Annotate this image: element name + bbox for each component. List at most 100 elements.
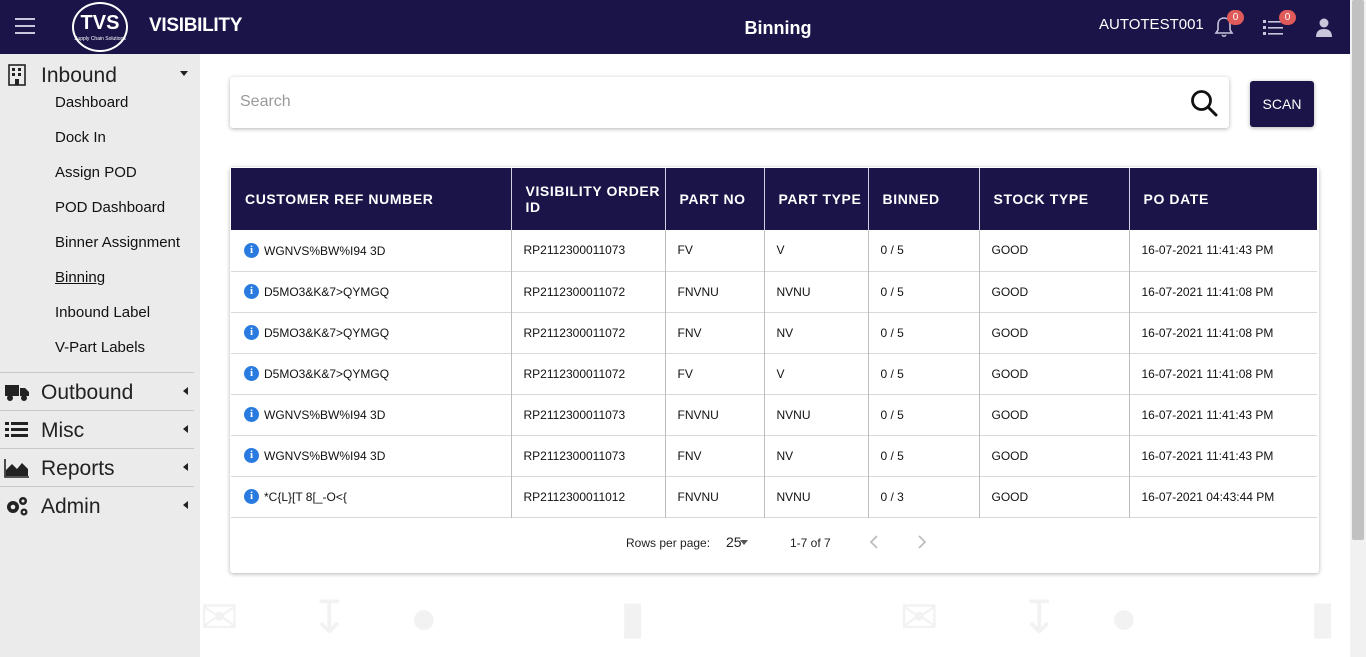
bell-icon[interactable]: 0	[1214, 10, 1244, 38]
cell-stock-type: GOOD	[979, 271, 1130, 312]
sidebar-item-assign-pod[interactable]: Assign POD	[55, 164, 137, 181]
cell-stock-type: GOOD	[979, 435, 1130, 476]
search-input[interactable]	[240, 89, 1170, 115]
cell-binned: 0 / 5	[868, 435, 980, 476]
previous-page-button[interactable]	[866, 530, 882, 554]
sidebar-section-reports[interactable]: Reports	[0, 449, 196, 487]
table-row[interactable]: i WGNVS%BW%I94 3D RP2112300011073 FNVNU N…	[231, 394, 1317, 435]
column-header-part-no[interactable]: PART NO	[665, 168, 765, 230]
cell-order-id: RP2112300011073	[511, 230, 666, 271]
cell-part-no: FV	[665, 353, 765, 394]
table-row[interactable]: i *C{L}[T 8[_-O<{ RP2112300011012 FNVNU N…	[231, 476, 1317, 517]
sidebar-section-inbound[interactable]: Inbound	[0, 56, 196, 94]
column-header-stock-type[interactable]: STOCK TYPE	[979, 168, 1130, 230]
task-list-icon[interactable]: 0	[1262, 10, 1296, 38]
cell-po-date: 16-07-2021 04:43:44 PM	[1141, 489, 1275, 504]
brand-name: VISIBILITY	[149, 15, 243, 36]
cell-binned: 0 / 5	[868, 312, 980, 353]
cell-stock-type: GOOD	[979, 312, 1130, 353]
table-row[interactable]: i D5MO3&K&7>QYMGQ RP2112300011072 FNVNU N…	[231, 271, 1317, 312]
chevron-down-icon[interactable]	[740, 540, 748, 545]
tasks-badge: 0	[1279, 10, 1296, 25]
cell-customer-ref: i *C{L}[T 8[_-O<{	[231, 476, 512, 517]
table-row[interactable]: i WGNVS%BW%I94 3D RP2112300011073 FNV NV …	[231, 435, 1317, 476]
notification-badge: 0	[1227, 10, 1244, 25]
info-icon[interactable]: i	[244, 325, 259, 341]
sidebar-item-v-part-labels[interactable]: V-Part Labels	[55, 339, 145, 356]
table-row[interactable]: i D5MO3&K&7>QYMGQ RP2112300011072 FNV NV …	[231, 312, 1317, 353]
cell-po-date: 16-07-2021 11:41:08 PM	[1141, 325, 1274, 340]
cell-part-type: V	[764, 353, 869, 394]
cell-part-type: NV	[764, 435, 869, 476]
cell-order-id: RP2112300011073	[511, 394, 666, 435]
search-icon[interactable]	[1189, 88, 1219, 118]
next-page-button[interactable]	[914, 530, 930, 554]
list-icon	[4, 419, 30, 441]
chevron-down-icon	[180, 71, 188, 76]
cell-part-type: NVNU	[764, 476, 869, 517]
gears-icon	[4, 495, 30, 517]
chevron-left-icon	[183, 501, 188, 509]
info-icon[interactable]: i	[244, 407, 259, 423]
sidebar: Inbound Dashboard Dock In Assign POD POD…	[0, 54, 200, 657]
sidebar-section-misc[interactable]: Misc	[0, 411, 196, 449]
cell-po-date: 16-07-2021 11:41:43 PM	[1141, 448, 1274, 463]
sidebar-section-label: Inbound	[41, 64, 117, 87]
sidebar-section-label: Misc	[41, 419, 85, 442]
binning-table-card: CUSTOMER REF NUMBER VISIBILITY ORDER ID …	[230, 167, 1319, 573]
cell-po-date: 16-07-2021 11:41:43 PM	[1141, 407, 1274, 422]
info-icon[interactable]: i	[244, 242, 259, 258]
info-icon[interactable]: i	[244, 366, 259, 382]
info-icon[interactable]: i	[244, 489, 259, 505]
column-header-binned[interactable]: BINNED	[868, 168, 980, 230]
page-title: Binning	[744, 18, 812, 38]
cell-po-date: 16-07-2021 11:41:08 PM	[1141, 366, 1274, 381]
scan-button[interactable]: SCAN	[1250, 81, 1314, 127]
sidebar-item-dock-in[interactable]: Dock In	[55, 129, 106, 146]
logo-subtext: Supply Chain Solutions	[74, 36, 126, 42]
cell-order-id: RP2112300011073	[511, 435, 666, 476]
column-header-po-date[interactable]: PO DATE	[1129, 168, 1317, 230]
sidebar-section-label: Outbound	[41, 381, 134, 404]
sidebar-section-label: Reports	[41, 457, 115, 480]
table-row[interactable]: i WGNVS%BW%I94 3D RP2112300011073 FV V 0 …	[231, 230, 1317, 271]
table-row[interactable]: i D5MO3&K&7>QYMGQ RP2112300011072 FV V 0 …	[231, 353, 1317, 394]
cell-order-id: RP2112300011072	[511, 271, 666, 312]
username[interactable]: AUTOTEST001	[1099, 16, 1204, 33]
info-icon[interactable]: i	[244, 284, 259, 300]
cell-customer-ref: i WGNVS%BW%I94 3D	[231, 230, 512, 271]
sidebar-section-admin[interactable]: Admin	[0, 487, 196, 525]
cell-order-id: RP2112300011072	[511, 353, 666, 394]
page-scrollbar[interactable]	[1350, 0, 1366, 657]
cell-part-no: FNVNU	[665, 271, 765, 312]
sidebar-item-binner-assignment[interactable]: Binner Assignment	[55, 234, 180, 251]
logo-text: TVS	[80, 12, 120, 34]
user-icon[interactable]	[1313, 16, 1335, 38]
cell-stock-type: GOOD	[979, 230, 1130, 271]
menu-icon[interactable]	[15, 18, 35, 34]
cell-order-id: RP2112300011072	[511, 312, 666, 353]
sidebar-item-binning[interactable]: Binning	[55, 269, 105, 286]
sidebar-section-outbound[interactable]: Outbound	[0, 373, 196, 411]
info-icon[interactable]: i	[244, 448, 259, 464]
cell-part-no: FV	[665, 230, 765, 271]
top-bar: TVS Supply Chain Solutions VISIBILITY Bi…	[0, 0, 1350, 54]
building-icon	[4, 64, 30, 86]
search-bar	[230, 77, 1229, 128]
sidebar-item-dashboard[interactable]: Dashboard	[55, 94, 128, 111]
cell-part-no: FNVNU	[665, 476, 765, 517]
cell-part-no: FNV	[665, 435, 765, 476]
column-header-part-type[interactable]: PART TYPE	[764, 168, 869, 230]
cell-stock-type: GOOD	[979, 353, 1130, 394]
sidebar-item-inbound-label[interactable]: Inbound Label	[55, 304, 150, 321]
scrollbar-thumb[interactable]	[1352, 0, 1364, 540]
column-header-customer-ref[interactable]: CUSTOMER REF NUMBER	[231, 168, 512, 230]
cell-po-date: 16-07-2021 11:41:08 PM	[1141, 284, 1274, 299]
cell-part-type: V	[764, 230, 869, 271]
main-content: ✉ ↧ ● ▮ ✉ ↧ ● ▮ SCAN CUSTOMER REF NUMBER…	[200, 54, 1350, 657]
column-header-visibility-order-id[interactable]: VISIBILITY ORDER ID	[511, 168, 666, 230]
cell-customer-ref: i D5MO3&K&7>QYMGQ	[231, 271, 512, 312]
cell-binned: 0 / 5	[868, 394, 980, 435]
cell-binned: 0 / 5	[868, 353, 980, 394]
sidebar-item-pod-dashboard[interactable]: POD Dashboard	[55, 199, 165, 216]
